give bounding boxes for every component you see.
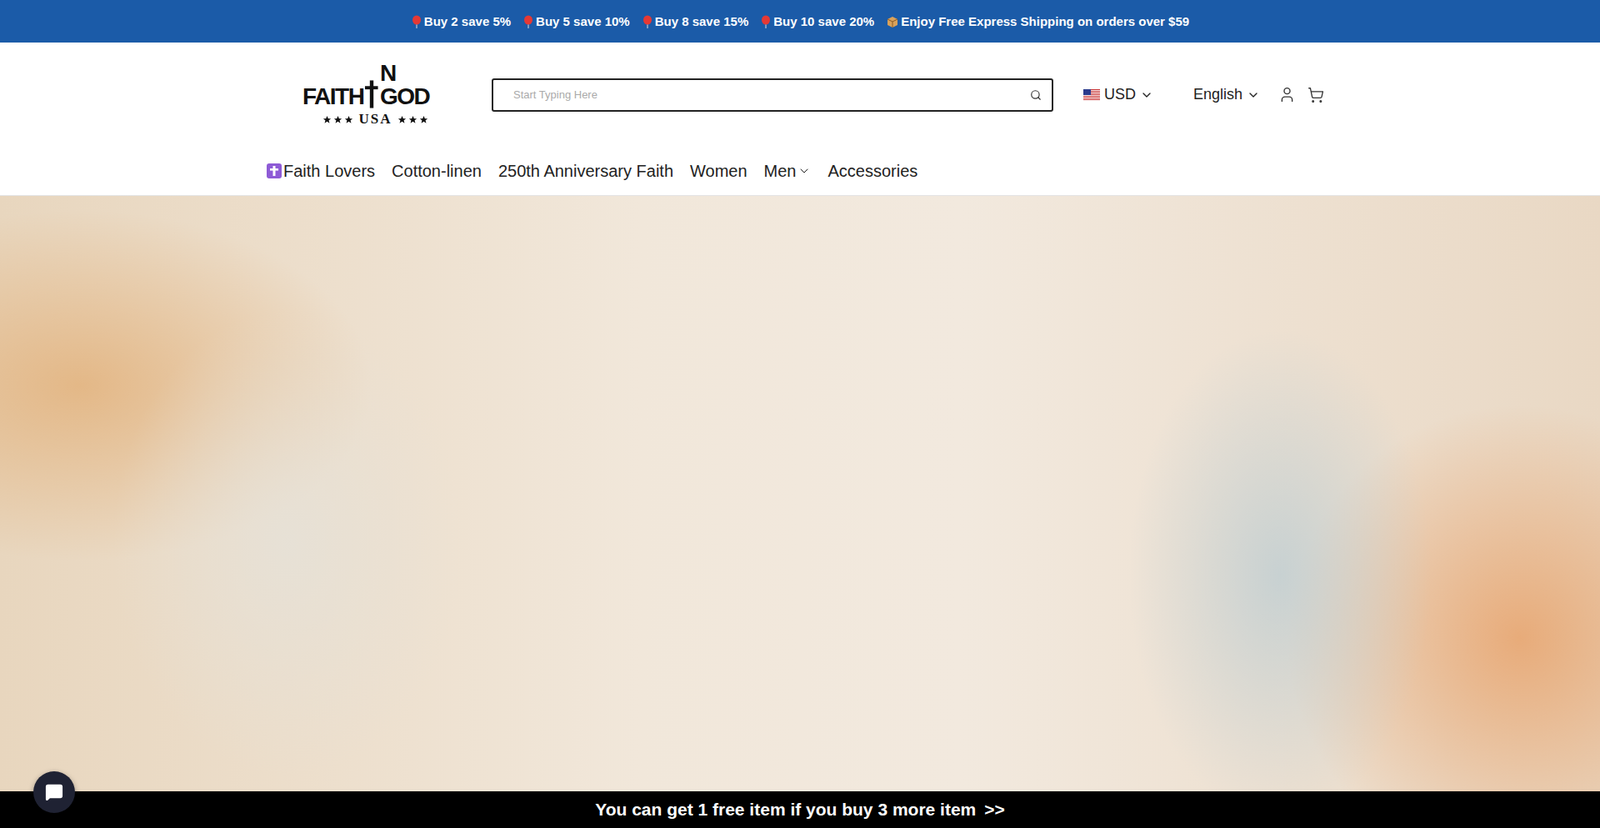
logo[interactable]: FAITHN GODUSA — [302, 61, 449, 128]
chevron-down-icon — [1140, 88, 1154, 102]
header: FAITHN GODUSA USD English Faith Lovers Cotto… — [0, 42, 1600, 196]
nav-item[interactable]: 250th Anniversary Faith — [498, 161, 674, 181]
nav-item[interactable]: Men — [764, 161, 812, 181]
cart-icon — [1307, 86, 1325, 104]
promo-bar: Buy 2 save 5% Buy 5 save 10% Buy 8 save 15… — [0, 0, 1600, 43]
hero-banner[interactable] — [0, 195, 1600, 828]
promo-item: Buy 5 save 10% — [522, 14, 630, 29]
star-icon — [408, 115, 418, 125]
promo-item: Buy 2 save 5% — [410, 14, 511, 29]
chat-button[interactable] — [33, 770, 75, 813]
user-icon — [1278, 85, 1296, 104]
balloon-icon — [410, 15, 423, 29]
nav-item[interactable]: Faith Lovers — [266, 161, 375, 181]
balloon-icon — [760, 15, 772, 29]
star-icon — [322, 115, 332, 125]
search-input[interactable] — [511, 87, 1030, 102]
chevron-down-icon — [1246, 88, 1260, 102]
language-selector[interactable]: English — [1193, 85, 1260, 104]
star-icon — [419, 115, 429, 125]
stars — [397, 115, 429, 125]
nav-item[interactable]: Women — [690, 161, 748, 181]
chat-icon — [45, 782, 64, 801]
balloon-icon — [641, 15, 654, 29]
package-icon — [885, 15, 900, 29]
currency-selector[interactable]: USD — [1083, 85, 1154, 104]
cart-button[interactable] — [1307, 86, 1325, 104]
search-icon[interactable] — [1030, 89, 1042, 101]
star-icon — [397, 115, 407, 125]
page: Buy 2 save 5% Buy 5 save 10% Buy 8 save 15… — [0, 0, 1600, 828]
header-row: FAITHN GODUSA USD English — [266, 42, 1334, 147]
stars — [322, 115, 354, 125]
balloon-icon — [522, 15, 535, 29]
cross-icon — [364, 80, 380, 109]
chevron-down-icon — [797, 164, 811, 178]
promo-item: Enjoy Free Express Shipping on orders ov… — [885, 14, 1190, 29]
us-flag-icon — [1083, 89, 1100, 101]
account-button[interactable] — [1278, 85, 1296, 104]
search-box — [491, 78, 1054, 112]
cross-icon — [266, 163, 282, 179]
promo-item: Buy 8 save 15% — [641, 14, 750, 29]
nav-item[interactable]: Accessories — [827, 161, 918, 181]
star-icon — [344, 115, 354, 125]
main-nav: Faith Lovers Cotton-linen 250th Anniversar… — [266, 146, 1334, 195]
star-icon — [333, 115, 343, 125]
promo-item: Buy 10 save 20% — [760, 14, 875, 29]
nav-item[interactable]: Cotton-linen — [391, 161, 482, 181]
free-item-bar[interactable]: You can get 1 free item if you buy 3 mor… — [0, 790, 1600, 828]
